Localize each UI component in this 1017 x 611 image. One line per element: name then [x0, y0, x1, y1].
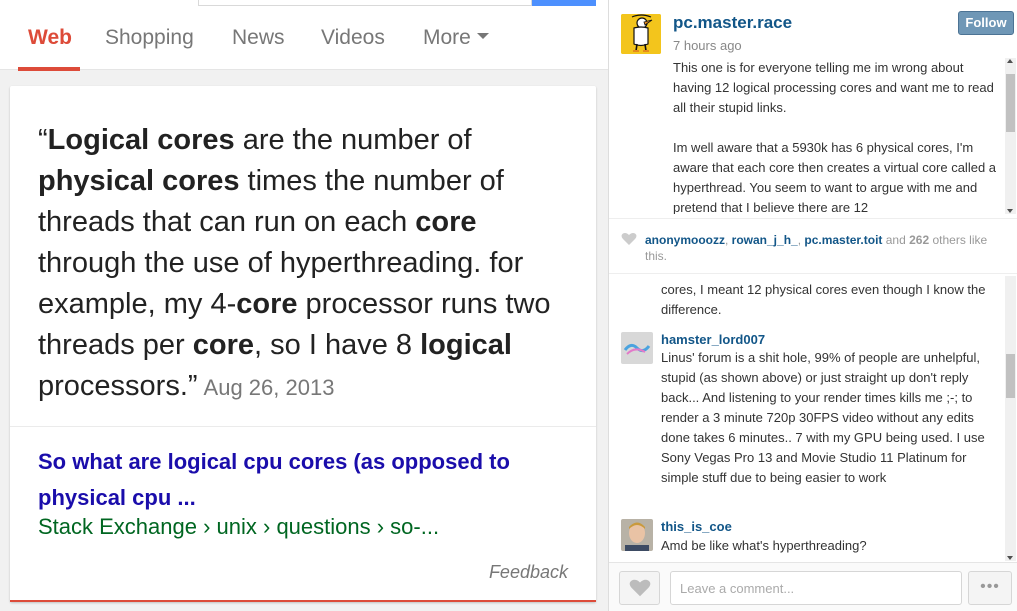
quote-bold: core	[236, 288, 298, 320]
tab-news[interactable]: News	[232, 26, 285, 50]
heart-icon	[621, 233, 637, 245]
tab-web[interactable]: Web	[28, 26, 72, 50]
commenter-avatar[interactable]	[621, 519, 653, 551]
liker-username[interactable]: pc.master.toit	[804, 233, 882, 247]
comment-item: this_is_coe Amd be like what's hyperthre…	[621, 519, 1001, 559]
caption-paragraph: Im well aware that a 5930k has 6 physica…	[673, 140, 997, 214]
featured-snippet-card: “Logical cores are the number of physica…	[10, 86, 596, 602]
liker-username[interactable]: rowan_j_h_	[732, 233, 798, 247]
caption-paragraph: This one is for everyone telling me im w…	[673, 60, 994, 115]
search-input-edge[interactable]	[198, 0, 532, 6]
result-url: Stack Exchange › unix › questions › so-.…	[38, 514, 440, 539]
search-results-panel: Web Shopping News Videos More “Logical c…	[0, 0, 608, 611]
caption-scrollbar[interactable]	[1005, 58, 1016, 214]
snippet-date: Aug 26, 2013	[203, 375, 335, 400]
feedback-link[interactable]: Feedback	[489, 562, 568, 583]
post-timestamp: 7 hours ago	[673, 38, 742, 53]
comments-list: cores, I meant 12 physical cores even th…	[609, 276, 1017, 561]
card-accent-line	[10, 600, 596, 602]
quote-text: processors.”	[38, 370, 198, 402]
result-title-link[interactable]: So what are logical cpu cores (as oppose…	[38, 444, 568, 516]
commenter-avatar[interactable]	[621, 332, 653, 364]
quote-text: are the number of	[234, 124, 472, 156]
more-options-button[interactable]: •••	[968, 571, 1012, 605]
pcmr-logo-icon	[621, 14, 661, 54]
comment-input[interactable]	[670, 571, 962, 605]
post-username[interactable]: pc.master.race	[673, 13, 792, 33]
snippet-quote: “Logical cores are the number of physica…	[38, 120, 578, 408]
quote-bold: core	[192, 329, 255, 361]
comment-username[interactable]: this_is_coe	[661, 519, 732, 534]
comment-text: cores, I meant 12 physical cores even th…	[661, 282, 986, 317]
comment-text: Linus' forum is a shit hole, 99% of peop…	[661, 350, 985, 485]
open-quote: “	[38, 124, 48, 156]
tab-videos[interactable]: Videos	[321, 26, 385, 50]
search-button-edge[interactable]	[532, 0, 596, 6]
scroll-down-icon[interactable]	[1007, 209, 1013, 213]
person-avatar-icon	[621, 519, 653, 551]
avatar[interactable]	[621, 14, 661, 54]
likes-separator: ,	[725, 233, 732, 247]
likes-summary: anonymooozz, rowan_j_h_, pc.master.toit …	[609, 218, 1017, 274]
comment-item: cores, I meant 12 physical cores even th…	[621, 280, 1001, 324]
quote-bold: Logical cores	[47, 124, 235, 156]
tab-more-label: More	[423, 26, 471, 49]
comment-text: Amd be like what's hyperthreading?	[661, 538, 867, 553]
instagram-post-panel: pc.master.race 7 hours ago Follow This o…	[608, 0, 1017, 611]
chevron-down-icon	[476, 33, 489, 40]
liker-username[interactable]: anonymooozz	[645, 233, 725, 247]
scroll-up-icon[interactable]	[1007, 59, 1013, 63]
search-tabs: Web Shopping News Videos More	[0, 8, 608, 71]
post-caption: This one is for everyone telling me im w…	[673, 58, 1003, 214]
scrollbar-thumb[interactable]	[1006, 74, 1015, 132]
divider	[10, 426, 596, 427]
hamster-avatar-icon	[621, 332, 653, 364]
likes-and: and	[882, 233, 910, 247]
quote-text: , so I have 8	[254, 329, 421, 361]
scrollbar-thumb[interactable]	[1006, 354, 1015, 398]
tab-more[interactable]: More	[423, 26, 489, 50]
quote-bold: core	[415, 206, 477, 238]
comment-item: hamster_lord007 Linus' forum is a shit h…	[621, 332, 1001, 508]
comment-bar: •••	[609, 562, 1017, 611]
follow-button[interactable]: Follow	[958, 11, 1014, 35]
active-tab-indicator	[18, 67, 80, 71]
quote-bold: physical cores	[38, 165, 240, 197]
likes-count[interactable]: 262	[909, 233, 929, 247]
heart-icon	[629, 579, 651, 597]
comment-username[interactable]: hamster_lord007	[661, 332, 765, 347]
scroll-down-icon[interactable]	[1007, 556, 1013, 560]
quote-bold: logical	[420, 329, 512, 361]
tab-shopping[interactable]: Shopping	[105, 26, 194, 50]
like-button[interactable]	[619, 571, 660, 605]
likes-text: anonymooozz, rowan_j_h_, pc.master.toit …	[645, 232, 995, 264]
comments-scrollbar[interactable]	[1005, 276, 1016, 561]
